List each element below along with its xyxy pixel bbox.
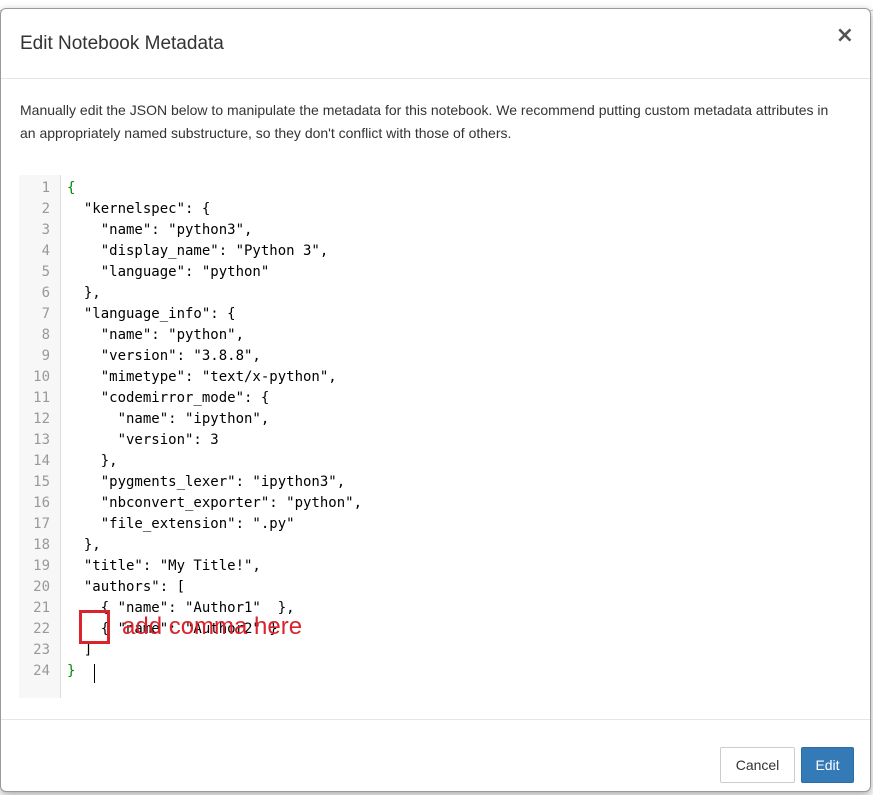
line-number: 14 bbox=[33, 453, 50, 469]
line-number: 17 bbox=[33, 516, 50, 532]
code-line: "mimetype": "text/x-python", bbox=[67, 369, 337, 385]
dialog-footer: Cancel Edit bbox=[1, 719, 870, 793]
line-number: 12 bbox=[33, 411, 50, 427]
line-number: 3 bbox=[41, 222, 50, 238]
code-line: }, bbox=[67, 537, 101, 553]
code-line: "language": "python" bbox=[67, 264, 270, 280]
code-line: "pygments_lexer": "ipython3", bbox=[67, 474, 346, 490]
code-line: } bbox=[67, 663, 76, 679]
intro-text: Manually edit the JSON below to manipula… bbox=[20, 102, 829, 141]
line-number: 4 bbox=[41, 243, 50, 259]
code-line: "nbconvert_exporter": "python", bbox=[67, 495, 363, 511]
code-line: "display_name": "Python 3", bbox=[67, 243, 329, 259]
code-line: "name": "python3", bbox=[67, 222, 253, 238]
line-number: 7 bbox=[41, 306, 50, 322]
line-number: 9 bbox=[41, 348, 50, 364]
code-line: "title": "My Title!", bbox=[67, 558, 261, 574]
code-line: "language_info": { bbox=[67, 306, 236, 322]
line-number: 20 bbox=[33, 579, 50, 595]
edit-button[interactable]: Edit bbox=[801, 747, 854, 783]
line-number: 15 bbox=[33, 474, 50, 490]
annotation-label: add comma here bbox=[122, 613, 303, 640]
code-line: "version": "3.8.8", bbox=[67, 348, 261, 364]
line-number: 18 bbox=[33, 537, 50, 553]
line-number: 13 bbox=[33, 432, 50, 448]
line-number: 11 bbox=[33, 390, 50, 406]
line-number: 22 bbox=[33, 621, 50, 637]
code-line: { bbox=[67, 180, 76, 196]
line-number: 2 bbox=[41, 201, 50, 217]
code-line: "kernelspec": { bbox=[67, 201, 211, 217]
code-line: }, bbox=[67, 285, 101, 301]
line-number: 10 bbox=[33, 369, 50, 385]
line-number-gutter: 1 2 3 4 5 6 7 8 9 10 11 12 13 14 15 16 17 18 19 20 21 22 23 24 bbox=[19, 175, 61, 698]
dialog-title: Edit Notebook Metadata bbox=[20, 33, 224, 54]
code-line: "version": 3 bbox=[67, 432, 219, 448]
annotation-highlight-box bbox=[79, 610, 110, 644]
code-line: "name": "python", bbox=[67, 327, 245, 343]
code-line: "authors": [ bbox=[67, 579, 186, 595]
dialog-header: Edit Notebook Metadata × bbox=[1, 9, 870, 79]
edit-metadata-dialog: Edit Notebook Metadata × Manually edit t… bbox=[0, 8, 871, 792]
code-line: "name": "ipython", bbox=[67, 411, 270, 427]
line-number: 16 bbox=[33, 495, 50, 511]
line-number: 6 bbox=[41, 285, 50, 301]
line-number: 24 bbox=[33, 663, 50, 679]
line-number: 21 bbox=[33, 600, 50, 616]
line-number: 8 bbox=[41, 327, 50, 343]
line-number: 19 bbox=[33, 558, 50, 574]
code-line: }, bbox=[67, 453, 118, 469]
dialog-body: Manually edit the JSON below to manipula… bbox=[1, 79, 870, 719]
text-cursor bbox=[94, 664, 95, 683]
code-line: "codemirror_mode": { bbox=[67, 390, 270, 406]
line-number: 23 bbox=[33, 642, 50, 658]
cancel-button[interactable]: Cancel bbox=[720, 747, 795, 783]
line-number: 5 bbox=[41, 264, 50, 280]
close-button[interactable]: × bbox=[836, 25, 854, 47]
line-number: 1 bbox=[41, 180, 50, 196]
code-line: "file_extension": ".py" bbox=[67, 516, 295, 532]
